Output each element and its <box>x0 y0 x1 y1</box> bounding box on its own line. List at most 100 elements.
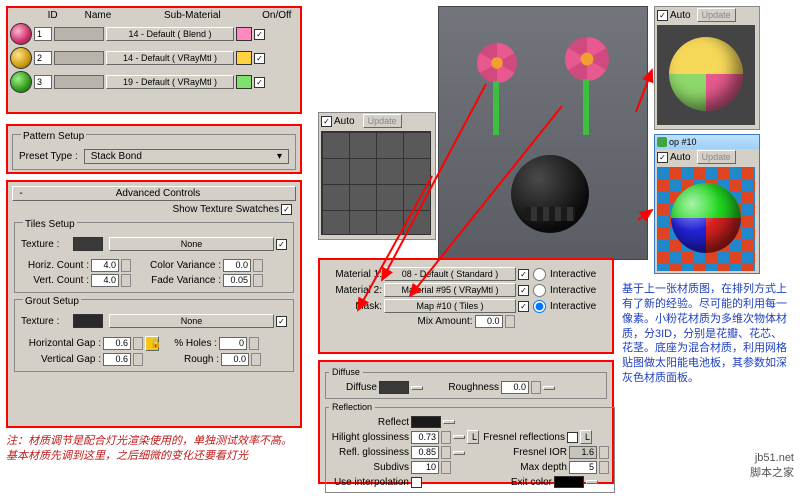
m1-btn[interactable]: 08 - Default ( Standard ) <box>384 267 516 281</box>
hg-lock[interactable]: L <box>467 430 479 444</box>
tiles-preview <box>321 131 431 235</box>
grout-tex-cb[interactable]: ✓ <box>276 316 287 327</box>
m2-inter: Interactive <box>550 285 596 296</box>
m1-cb[interactable]: ✓ <box>518 269 529 280</box>
id-field[interactable]: 3 <box>34 75 52 89</box>
hg-v[interactable]: 0.73 <box>411 431 439 444</box>
id-field[interactable]: 1 <box>34 27 52 41</box>
rough-v[interactable]: 0.0 <box>501 381 529 394</box>
auto-cb2[interactable]: ✓ <box>657 10 668 21</box>
cv-spin[interactable] <box>253 259 263 272</box>
cv-val[interactable]: 0.0 <box>223 259 251 272</box>
ui-cb[interactable] <box>411 477 422 488</box>
submat-on[interactable]: ✓ <box>254 29 265 40</box>
auto-cb[interactable]: ✓ <box>321 116 332 127</box>
m1-radio[interactable] <box>533 268 546 281</box>
id-field[interactable]: 2 <box>34 51 52 65</box>
m2-btn[interactable]: Material #95 ( VRayMtl ) <box>384 283 516 297</box>
rough-map[interactable] <box>543 386 555 390</box>
minimize-icon[interactable]: - <box>17 188 25 199</box>
submat-color[interactable] <box>236 27 252 41</box>
diff-color[interactable] <box>379 381 409 394</box>
name-field[interactable] <box>54 27 104 41</box>
mask-radio[interactable] <box>533 300 546 313</box>
ec-map[interactable] <box>586 480 598 484</box>
m2-radio[interactable] <box>533 284 546 297</box>
preset-dropdown[interactable]: Stack Bond▾ <box>84 149 289 164</box>
update2[interactable]: Update <box>697 8 736 22</box>
m2-cb[interactable]: ✓ <box>518 285 529 296</box>
hg-val[interactable]: 0.6 <box>103 337 131 350</box>
hg-label: Horizontal Gap : <box>21 338 101 349</box>
window-icon <box>657 137 667 147</box>
swatch-label: Show Texture Swatches <box>172 204 279 215</box>
md-v[interactable]: 5 <box>569 461 597 474</box>
mix-label: Mix Amount: <box>417 316 472 327</box>
fr-lock2[interactable]: L <box>580 430 592 444</box>
hg-map[interactable] <box>453 435 465 439</box>
submat-color[interactable] <box>236 51 252 65</box>
vc-spin[interactable] <box>121 274 131 287</box>
flower-2 <box>565 37 609 81</box>
submat-on[interactable]: ✓ <box>254 53 265 64</box>
tiles-tex-btn[interactable]: None <box>109 237 274 251</box>
update-btn[interactable]: Update <box>363 114 402 128</box>
rough-sp[interactable] <box>531 381 541 394</box>
diff-map[interactable] <box>411 386 423 390</box>
grout-title: Grout Setup <box>23 296 81 307</box>
lock-icon[interactable]: 🔒 <box>145 336 159 351</box>
rg-map[interactable] <box>453 451 465 455</box>
rough-spin[interactable] <box>251 353 261 366</box>
rg-sp[interactable] <box>441 446 451 459</box>
update3[interactable]: Update <box>697 150 736 164</box>
rough-val[interactable]: 0.0 <box>221 353 249 366</box>
mask-btn[interactable]: Map #10 ( Tiles ) <box>384 299 516 313</box>
fv-val[interactable]: 0.05 <box>223 274 251 287</box>
submat-btn[interactable]: 14 - Default ( Blend ) <box>106 27 234 41</box>
fi-v[interactable]: 1.6 <box>569 446 597 459</box>
sub-l: Subdivs <box>331 462 409 473</box>
mat-sphere[interactable] <box>10 71 32 93</box>
vg-spin[interactable] <box>133 353 143 366</box>
grout-color[interactable] <box>73 314 103 328</box>
hc-spin[interactable] <box>121 259 131 272</box>
mat-sphere[interactable] <box>10 47 32 69</box>
mix-spin[interactable] <box>505 315 515 328</box>
fi-l: Fresnel IOR <box>483 447 567 458</box>
md-sp[interactable] <box>599 461 609 474</box>
tiles-tex-label: Texture : <box>21 239 71 250</box>
grout-tex-btn[interactable]: None <box>109 314 274 328</box>
mat-sphere[interactable] <box>10 23 32 45</box>
tiles-tex-cb[interactable]: ✓ <box>276 239 287 250</box>
name-field[interactable] <box>54 75 104 89</box>
ph-val[interactable]: 0 <box>219 337 247 350</box>
ec-color[interactable] <box>554 476 584 488</box>
refl-map[interactable] <box>443 420 455 424</box>
mix-val[interactable]: 0.0 <box>475 315 503 328</box>
fi-sp[interactable] <box>599 446 609 459</box>
submat-color[interactable] <box>236 75 252 89</box>
auto-cb3[interactable]: ✓ <box>657 152 668 163</box>
tiles-color[interactable] <box>73 237 103 251</box>
submat-btn[interactable]: 19 - Default ( VRayMtl ) <box>106 75 234 89</box>
vg-val[interactable]: 0.6 <box>103 353 131 366</box>
hc-val[interactable]: 4.0 <box>91 259 119 272</box>
mask-cb[interactable]: ✓ <box>518 301 529 312</box>
sub-sp[interactable] <box>441 461 451 474</box>
submat-btn[interactable]: 14 - Default ( VRayMtl ) <box>106 51 234 65</box>
hg-spin[interactable] <box>133 337 143 350</box>
name-field[interactable] <box>54 51 104 65</box>
rg-v[interactable]: 0.85 <box>411 446 439 459</box>
col-name: Name <box>68 10 128 21</box>
sub-v[interactable]: 10 <box>411 461 439 474</box>
fv-spin[interactable] <box>253 274 263 287</box>
hg-sp[interactable] <box>441 431 451 444</box>
ph-spin[interactable] <box>249 337 259 350</box>
refl-color[interactable] <box>411 416 441 428</box>
checker-sphere <box>657 25 755 125</box>
submat-on[interactable]: ✓ <box>254 77 265 88</box>
fr-cb[interactable] <box>567 432 578 443</box>
pattern-title: Pattern Setup <box>21 131 86 142</box>
swatch-checkbox[interactable]: ✓ <box>281 204 292 215</box>
vc-val[interactable]: 4.0 <box>91 274 119 287</box>
